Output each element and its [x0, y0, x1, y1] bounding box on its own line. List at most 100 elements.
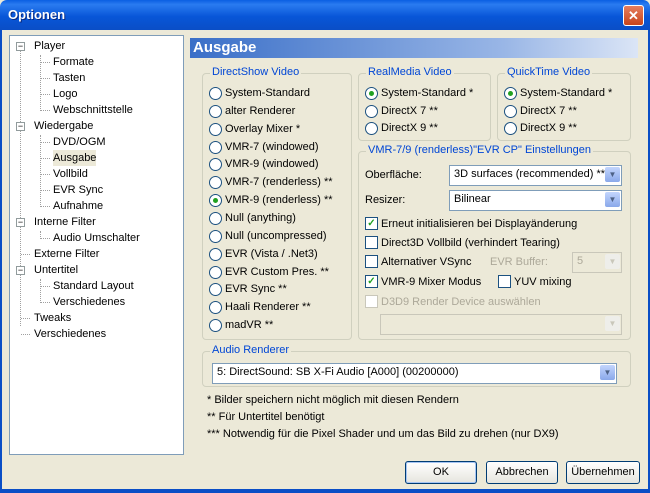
audio-renderer-group: Audio Renderer 5: DirectSound: SB X-Fi A… — [202, 344, 631, 387]
tree-connector — [21, 318, 30, 319]
radio-icon[interactable] — [209, 265, 222, 279]
radio-icon[interactable] — [209, 87, 222, 100]
footnote-1: * Bilder speichern nicht möglich mit die… — [207, 394, 459, 406]
directshow-option-label: VMR-9 (windowed) — [225, 158, 319, 171]
quicktime-option-label: System-Standard * — [520, 87, 613, 99]
yuv-mixing-label: YUV mixing — [514, 276, 572, 288]
radio-icon[interactable] — [209, 283, 222, 297]
page-header: Ausgabe — [190, 38, 638, 58]
options-tree[interactable]: − Player Formate Tasten Logo Webschnitts… — [9, 35, 184, 455]
collapse-icon[interactable]: − — [16, 266, 25, 275]
directshow-option-label: System-Standard — [225, 87, 310, 99]
tree-item-logo[interactable]: Logo — [53, 86, 77, 102]
radio-selected-icon[interactable] — [209, 194, 222, 208]
radio-icon[interactable] — [209, 158, 222, 172]
directshow-option-label: Haali Renderer ** — [225, 301, 311, 314]
checkbox-icon[interactable] — [365, 236, 378, 249]
tree-item-tweaks[interactable]: Tweaks — [34, 310, 71, 326]
checkbox-checked-icon[interactable]: ✓ — [365, 275, 378, 288]
tree-connector — [41, 206, 50, 207]
tree-item-externe-filter[interactable]: Externe Filter — [34, 246, 99, 262]
tree-item-dvd-ogm[interactable]: DVD/OGM — [53, 134, 106, 150]
tree-item-aufnahme[interactable]: Aufnahme — [53, 198, 103, 214]
tree-item-player[interactable]: Player — [34, 38, 65, 54]
tree-item-tasten[interactable]: Tasten — [53, 70, 85, 86]
chevron-down-icon[interactable]: ▼ — [605, 192, 620, 207]
tree-connector — [41, 190, 50, 191]
tree-item-verschiedenes-sub[interactable]: Verschiedenes — [53, 294, 125, 310]
directshow-option-label: alter Renderer — [225, 104, 296, 117]
radio-icon[interactable] — [209, 104, 222, 118]
tree-item-wiedergabe[interactable]: Wiedergabe — [34, 118, 93, 134]
directshow-option-label: VMR-9 (renderless) ** — [225, 194, 333, 207]
tree-item-standard-layout[interactable]: Standard Layout — [53, 278, 134, 294]
audio-renderer-value: 5: DirectSound: SB X-Fi Audio [A000] (00… — [217, 366, 459, 378]
radio-icon[interactable] — [209, 211, 222, 225]
surface-select[interactable]: 3D surfaces (recommended) ** ▼ — [449, 165, 622, 186]
resizer-value: Bilinear — [454, 193, 491, 205]
tree-connector — [41, 62, 50, 63]
tree-connector — [21, 254, 30, 255]
checkbox-checked-icon[interactable]: ✓ — [365, 217, 378, 230]
checkbox-icon[interactable] — [498, 275, 511, 288]
chevron-down-icon[interactable]: ▼ — [605, 254, 620, 269]
title-bar[interactable]: Optionen ✕ — [0, 0, 650, 30]
tree-item-interne-filter[interactable]: Interne Filter — [34, 214, 96, 230]
checkbox-icon[interactable] — [365, 255, 378, 268]
tree-item-webschnittstelle[interactable]: Webschnittstelle — [53, 102, 133, 118]
footnote-2: ** Für Untertitel benötigt — [207, 411, 325, 423]
tree-connector — [41, 110, 50, 111]
directshow-option-label: EVR Sync ** — [225, 283, 287, 296]
directshow-option-label: VMR-7 (renderless) ** — [225, 176, 333, 189]
tree-connector — [41, 174, 50, 175]
tree-connector — [21, 334, 30, 335]
chevron-down-icon[interactable]: ▼ — [600, 365, 615, 380]
quicktime-group: QuickTime Video System-Standard * DirectX… — [497, 66, 631, 141]
tree-item-untertitel[interactable]: Untertitel — [34, 262, 78, 278]
tree-item-evr-sync[interactable]: EVR Sync — [53, 182, 103, 198]
evr-buffer-value: 5 — [577, 255, 584, 267]
realmedia-option-label: DirectX 9 ** — [381, 122, 438, 134]
render-device-select[interactable]: ▼ — [380, 314, 622, 335]
radio-icon[interactable] — [209, 176, 222, 190]
evr-buffer-label: EVR Buffer: — [490, 256, 548, 268]
chevron-down-icon[interactable]: ▼ — [605, 167, 620, 182]
radio-icon[interactable] — [209, 247, 222, 261]
quicktime-option-label: DirectX 7 ** — [520, 104, 577, 117]
tree-connector — [41, 94, 50, 95]
collapse-icon[interactable]: − — [16, 42, 25, 51]
radio-selected-icon[interactable] — [365, 87, 378, 100]
vmr-settings-group: VMR-7/9 (renderless)"EVR CP" Einstellung… — [358, 144, 631, 340]
directshow-option-label: EVR (Vista / .Net3) — [225, 247, 318, 260]
audio-renderer-select[interactable]: 5: DirectSound: SB X-Fi Audio [A000] (00… — [212, 363, 617, 384]
radio-icon[interactable] — [365, 122, 378, 135]
close-icon[interactable]: ✕ — [623, 5, 644, 26]
cancel-button[interactable]: Abbrechen — [486, 461, 558, 484]
realmedia-option-label: DirectX 7 ** — [381, 104, 438, 117]
apply-button[interactable]: Übernehmen — [566, 461, 640, 484]
radio-selected-icon[interactable] — [504, 87, 517, 100]
resizer-label: Resizer: — [365, 194, 406, 206]
tree-item-vollbild[interactable]: Vollbild — [53, 166, 88, 182]
radio-icon[interactable] — [209, 122, 222, 136]
tree-item-ausgabe[interactable]: Ausgabe — [53, 150, 97, 166]
collapse-icon[interactable]: − — [16, 218, 25, 227]
chevron-down-icon[interactable]: ▼ — [605, 316, 620, 331]
evr-buffer-select[interactable]: 5 ▼ — [572, 252, 622, 273]
footnote-3: *** Notwendig für die Pixel Shader und u… — [207, 428, 559, 440]
tree-item-formate[interactable]: Formate — [53, 54, 94, 70]
page-title: Ausgabe — [193, 39, 257, 56]
radio-icon[interactable] — [504, 104, 517, 118]
radio-icon[interactable] — [209, 229, 222, 243]
checkbox-icon[interactable] — [365, 295, 378, 308]
radio-icon[interactable] — [209, 301, 222, 315]
tree-item-audio-umschalter[interactable]: Audio Umschalter — [53, 230, 140, 246]
tree-item-verschiedenes[interactable]: Verschiedenes — [34, 326, 106, 342]
ok-button[interactable]: OK — [405, 461, 477, 484]
radio-icon[interactable] — [209, 319, 222, 333]
radio-icon[interactable] — [365, 104, 378, 118]
radio-icon[interactable] — [209, 140, 222, 154]
radio-icon[interactable] — [504, 122, 517, 135]
resizer-select[interactable]: Bilinear ▼ — [449, 190, 622, 211]
collapse-icon[interactable]: − — [16, 122, 25, 131]
